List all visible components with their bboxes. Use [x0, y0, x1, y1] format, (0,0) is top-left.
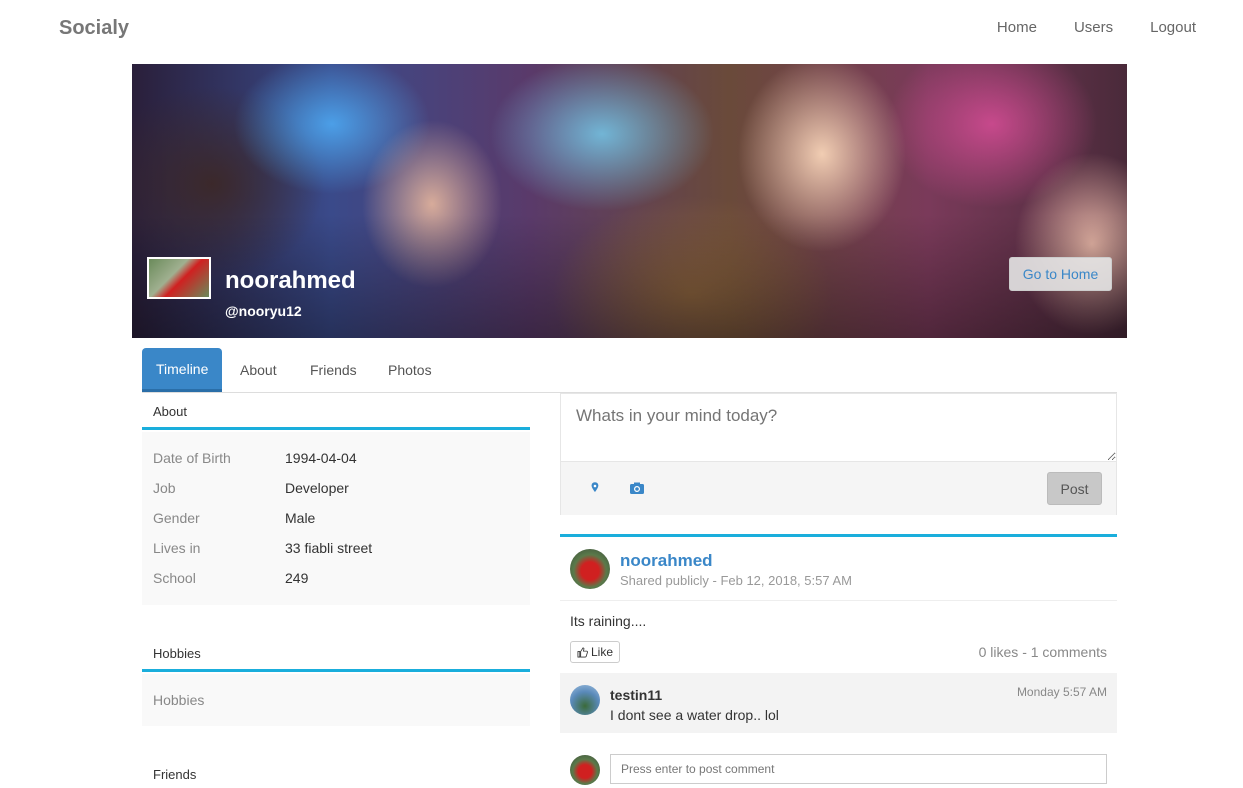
about-value: 249	[285, 570, 309, 586]
navbar: Socialy Home Users Logout	[0, 0, 1243, 56]
profile-handle: @nooryu12	[225, 303, 302, 319]
nav-home-link[interactable]: Home	[997, 19, 1037, 36]
friends-panel-title: Friends	[153, 767, 197, 782]
comment-time: Monday 5:57 AM	[1016, 685, 1107, 699]
about-value: 33 fiabli street	[285, 540, 373, 556]
about-label: Date of Birth	[153, 450, 231, 466]
post-text: Its raining....	[570, 613, 647, 629]
about-value: Developer	[285, 480, 349, 496]
comment-item: testin11 Monday 5:57 AM I dont see a wat…	[560, 673, 1117, 733]
post-button[interactable]: Post	[1047, 472, 1102, 505]
hobbies-text: Hobbies	[153, 692, 205, 708]
hobbies-panel-title: Hobbies	[142, 640, 530, 672]
go-to-home-button[interactable]: Go to Home	[1009, 257, 1112, 291]
about-value: Male	[285, 510, 316, 526]
post-card: noorahmed Shared publicly - Feb 12, 2018…	[560, 534, 1117, 788]
tab-about[interactable]: About	[226, 348, 291, 392]
comment-user[interactable]: testin11	[610, 687, 662, 703]
post-composer: Post	[560, 393, 1117, 515]
reply-avatar	[570, 755, 600, 785]
about-panel-title: About	[142, 398, 530, 430]
about-panel-body: Date of Birth 1994-04-04 Job Developer G…	[142, 432, 530, 605]
about-label: Job	[153, 480, 176, 496]
profile-avatar[interactable]	[147, 257, 211, 299]
nav-users-link[interactable]: Users	[1074, 19, 1113, 36]
like-label: Like	[591, 645, 614, 659]
tab-timeline[interactable]: Timeline	[142, 348, 223, 392]
tab-photos[interactable]: Photos	[374, 348, 446, 392]
post-author-avatar[interactable]	[570, 549, 610, 589]
comment-input[interactable]	[610, 754, 1107, 784]
thumbs-up-icon	[577, 647, 588, 657]
cover-photo: noorahmed @nooryu12 Go to Home	[132, 64, 1127, 338]
profile-tabs: Timeline About Friends Photos	[142, 348, 1117, 393]
like-button[interactable]: Like	[570, 641, 621, 663]
comment-avatar[interactable]	[570, 685, 600, 715]
post-meta: Shared publicly - Feb 12, 2018, 5:57 AM	[620, 573, 852, 588]
post-stats[interactable]: 0 likes - 1 comments	[979, 644, 1107, 660]
hobbies-panel-body: Hobbies	[142, 674, 530, 726]
about-label: Lives in	[153, 540, 201, 556]
tab-friends[interactable]: Friends	[296, 348, 371, 392]
about-value: 1994-04-04	[285, 450, 357, 466]
cover-shade	[132, 64, 1127, 338]
nav-links: Home Users Logout	[960, 19, 1196, 36]
camera-icon[interactable]	[629, 480, 645, 496]
brand-logo[interactable]: Socialy	[59, 17, 129, 40]
post-author-name[interactable]: noorahmed	[620, 551, 713, 571]
status-input[interactable]	[561, 394, 1116, 461]
about-label: School	[153, 570, 196, 586]
comment-text: I dont see a water drop.. lol	[610, 707, 779, 723]
nav-logout-link[interactable]: Logout	[1150, 19, 1196, 36]
about-label: Gender	[153, 510, 200, 526]
map-marker-icon[interactable]	[587, 480, 603, 496]
post-divider	[560, 600, 1117, 601]
composer-toolbar: Post	[561, 461, 1116, 515]
profile-name: noorahmed	[225, 267, 356, 294]
